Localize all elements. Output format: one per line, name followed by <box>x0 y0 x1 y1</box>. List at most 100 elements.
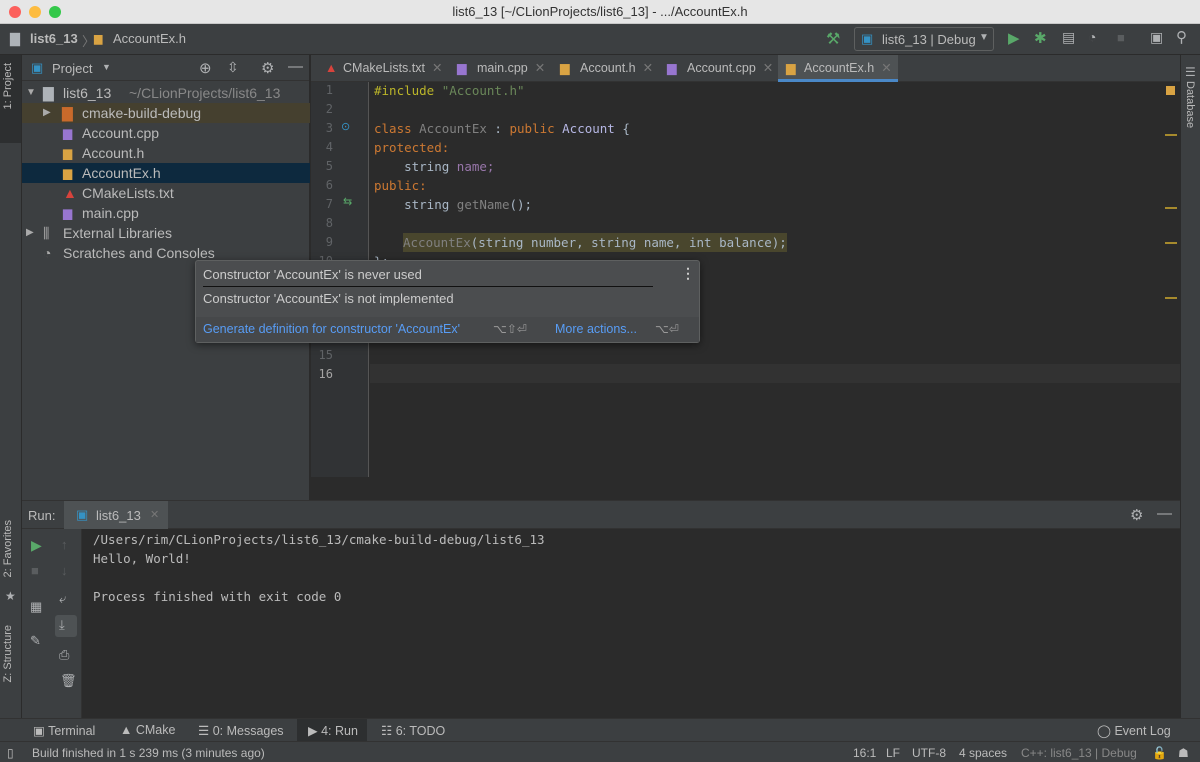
run-config-dropdown[interactable]: ▣ list6_13 | Debug ▼ <box>854 27 994 51</box>
declaration-gutter-icon[interactable]: ⇆ <box>343 195 352 208</box>
warning-stripe[interactable] <box>1165 207 1177 209</box>
tab-cmakelists[interactable]: ▲ CMakeLists.txt ✕ <box>317 55 442 82</box>
lock-icon[interactable]: 🔓 <box>1152 746 1167 760</box>
more-options-icon[interactable]: ⋮ <box>681 265 695 282</box>
trash-icon[interactable]: 🗑 <box>60 673 77 689</box>
run-tab[interactable]: ▣ list6_13 ✕ <box>64 501 168 529</box>
expand-arrow-icon[interactable]: ▼ <box>26 83 36 103</box>
header-file-icon: ▆ <box>63 146 73 160</box>
expand-arrow-icon[interactable]: ▶ <box>26 223 34 243</box>
tree-item-account-cpp[interactable]: ▆ Account.cpp <box>22 123 310 143</box>
tool-label: CMake <box>135 723 176 737</box>
zoom-window-button[interactable] <box>49 6 61 18</box>
soft-wrap-icon[interactable]: ⤶ <box>59 591 66 607</box>
structure-tool-tab[interactable]: Z: Structure <box>2 625 14 682</box>
down-arrow-icon[interactable]: ↓ <box>61 563 68 578</box>
collapse-all-icon[interactable]: ⇳ <box>227 59 239 76</box>
database-tool-tab[interactable]: Database <box>1184 81 1196 128</box>
locate-file-icon[interactable]: ⊕ <box>199 59 212 77</box>
tree-item-main-cpp[interactable]: ▆ main.cpp <box>22 203 310 223</box>
tool-messages[interactable]: ☰ 0: Messages <box>198 723 284 738</box>
print-icon[interactable]: ⎙ <box>59 647 69 663</box>
tree-item-accountex-h[interactable]: ▆ AccountEx.h <box>22 163 310 183</box>
code-line-9-warning[interactable]: AccountEx(string number, string name, in… <box>403 233 787 252</box>
chevron-down-icon[interactable]: ▼ <box>102 62 111 72</box>
terminal-layout-icon[interactable]: ▣ <box>1150 29 1163 46</box>
indent-setting[interactable]: 4 spaces <box>959 746 1007 760</box>
file-encoding[interactable]: UTF-8 <box>912 746 946 760</box>
caret-position[interactable]: 16:1 <box>853 746 876 760</box>
divider <box>203 286 653 287</box>
status-message[interactable]: Build finished in 1 s 239 ms (3 minutes … <box>32 746 265 760</box>
pin-icon[interactable]: ✎ <box>30 633 41 649</box>
hide-panel-icon[interactable]: — <box>288 58 303 75</box>
tool-terminal[interactable]: ▣ Terminal <box>33 723 95 738</box>
restore-layout-icon[interactable]: ▦ <box>30 599 42 615</box>
folder-icon: ▇ <box>62 105 73 121</box>
tree-item-cmakelists[interactable]: ▲ CMakeLists.txt <box>22 183 310 203</box>
project-view-icon: ▣ <box>31 60 44 75</box>
tab-main-cpp[interactable]: ▆ main.cpp ✕ <box>451 55 545 82</box>
profile-icon[interactable]: ◔ <box>1088 29 1096 45</box>
toggle-tool-windows-icon[interactable]: ▯ <box>7 746 14 760</box>
search-icon[interactable]: ⚲ <box>1176 28 1187 46</box>
project-tool-tab[interactable]: 1: Project <box>0 55 21 143</box>
favorites-tool-tab[interactable]: 2: Favorites <box>2 520 14 577</box>
tool-cmake[interactable]: ▲ CMake <box>120 723 175 737</box>
up-arrow-icon[interactable]: ↑ <box>61 537 68 552</box>
scroll-to-end-toggle[interactable]: ⤓ <box>55 615 77 637</box>
stop-icon[interactable]: ■ <box>31 563 39 578</box>
gear-icon[interactable]: ⚙ <box>261 59 274 77</box>
tree-item-account-h[interactable]: ▆ Account.h <box>22 143 310 163</box>
tool-label: Terminal <box>48 724 96 738</box>
tree-item-root[interactable]: ▼ ▇ list6_13 ~/CLionProjects/list6_13 <box>22 83 310 103</box>
config-icon: ▣ <box>76 507 89 522</box>
run-with-coverage-icon[interactable]: ▤ <box>1062 29 1075 46</box>
close-tab-icon[interactable]: ✕ <box>763 61 773 75</box>
minimize-window-button[interactable] <box>29 6 41 18</box>
tree-item-label: Account.cpp <box>82 125 160 141</box>
inherits-gutter-icon[interactable]: ⊙ <box>341 120 350 133</box>
stop-icon[interactable]: ■ <box>1117 30 1125 45</box>
close-tab-icon[interactable]: ✕ <box>881 61 891 75</box>
warning-stripe[interactable] <box>1165 242 1177 244</box>
rerun-icon[interactable]: ▶ <box>31 537 42 554</box>
line-number: 3 <box>325 121 333 135</box>
warning-status-icon[interactable] <box>1166 86 1175 95</box>
tree-item-external-libraries[interactable]: ▶ ⫼ External Libraries <box>22 223 310 243</box>
hide-panel-icon[interactable]: — <box>1157 505 1172 522</box>
project-view-dropdown[interactable]: Project <box>52 61 92 76</box>
header-file-icon: ▆ <box>63 166 73 180</box>
messages-icon: ☰ <box>198 724 213 738</box>
database-icon: ☰ <box>1185 65 1196 79</box>
generate-definition-link[interactable]: Generate definition for constructor 'Acc… <box>203 322 460 336</box>
close-tab-icon[interactable]: ✕ <box>150 508 159 521</box>
line-separator[interactable]: LF <box>886 746 900 760</box>
build-hammer-icon[interactable]: ⚒ <box>826 29 840 49</box>
inspector-icon[interactable]: ☗ <box>1178 746 1189 760</box>
line-number: 1 <box>325 83 333 97</box>
debug-bug-icon[interactable]: ✱ <box>1034 29 1047 47</box>
tab-accountex-h[interactable]: ▆ AccountEx.h ✕ <box>778 55 898 82</box>
breadcrumb-file[interactable]: AccountEx.h <box>113 31 186 46</box>
tab-account-h[interactable]: ▆ Account.h ✕ <box>554 55 653 82</box>
expand-arrow-icon[interactable]: ▶ <box>43 103 51 123</box>
close-tab-icon[interactable]: ✕ <box>432 61 442 75</box>
warning-stripe[interactable] <box>1165 297 1177 299</box>
run-icon[interactable]: ▶ <box>1008 29 1020 47</box>
tool-event-log[interactable]: ◯ Event Log <box>1097 723 1171 738</box>
tool-run[interactable]: ▶ 4: Run <box>308 723 358 738</box>
close-window-button[interactable] <box>9 6 21 18</box>
breadcrumb-project[interactable]: list6_13 <box>30 31 78 46</box>
close-tab-icon[interactable]: ✕ <box>643 61 653 75</box>
more-actions-link[interactable]: More actions... <box>555 322 637 336</box>
warning-stripe[interactable] <box>1165 134 1177 136</box>
tool-todo[interactable]: ☷ 6: TODO <box>381 723 445 738</box>
cmake-icon: ▲ <box>325 61 338 75</box>
tab-account-cpp[interactable]: ▆ Account.cpp ✕ <box>661 55 773 82</box>
resolve-context[interactable]: C++: list6_13 | Debug <box>1021 746 1137 760</box>
gear-icon[interactable]: ⚙ <box>1130 506 1143 524</box>
right-tool-stripe: ☰ Database <box>1180 55 1200 718</box>
tree-item-cmake-build-debug[interactable]: ▶ ▇ cmake-build-debug <box>22 103 310 123</box>
close-tab-icon[interactable]: ✕ <box>535 61 545 75</box>
